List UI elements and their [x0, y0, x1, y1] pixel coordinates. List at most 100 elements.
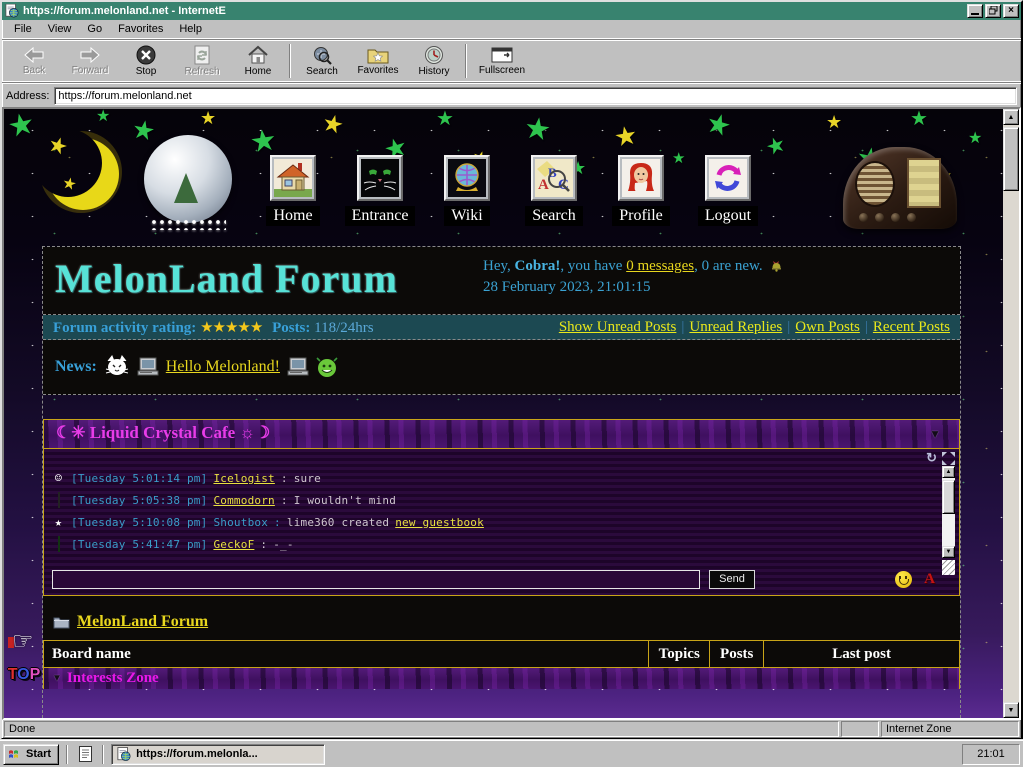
ie-page-icon — [117, 747, 131, 762]
unread-replies-link[interactable]: Unread Replies — [689, 319, 782, 335]
menu-view[interactable]: View — [40, 21, 80, 37]
forward-arrow-icon — [78, 46, 102, 64]
nav-item-logout[interactable]: Logout — [691, 155, 765, 226]
star-icon: ★ — [910, 109, 928, 129]
menu-favorites[interactable]: Favorites — [110, 21, 171, 37]
page-scrollbar[interactable]: ▲ ▼ — [1003, 109, 1019, 718]
taskbar-task-button[interactable]: https://forum.melonla... — [111, 744, 325, 765]
smiley-picker-icon[interactable] — [895, 571, 912, 588]
font-color-icon[interactable]: A — [924, 571, 935, 588]
home-button[interactable]: Home — [230, 41, 286, 81]
collapse-icon[interactable]: ▼ — [929, 427, 941, 441]
shout-user-link[interactable]: Commodorn — [213, 494, 274, 507]
refresh-button[interactable]: Refresh — [174, 41, 230, 81]
star-icon: ★ — [5, 109, 38, 143]
star-icon: ★ — [826, 113, 842, 131]
forward-button[interactable]: Forward — [62, 41, 118, 81]
col-last-post: Last post — [764, 641, 960, 668]
shout-message: ☺ [Tuesday 5:01:14 pm] Icelogist: sure — [52, 467, 931, 489]
menu-go[interactable]: Go — [79, 21, 110, 37]
top-label: TOP — [7, 666, 41, 684]
stop-icon — [136, 45, 156, 65]
browser-window: https://forum.melonland.net - InternetE … — [0, 0, 1023, 740]
nav-label: Profile — [612, 206, 670, 226]
nav-item-wiki[interactable]: Wiki — [430, 155, 504, 226]
history-clock-icon — [424, 45, 444, 65]
star-icon: ★ — [200, 109, 216, 127]
titlebar[interactable]: https://forum.melonland.net - InternetE … — [2, 2, 1021, 20]
snowglobe-image — [144, 135, 232, 223]
shout-message: ★ [Tuesday 5:10:08 pm] Shoutbox: lime360… — [52, 511, 931, 533]
guestbook-link[interactable]: new guestbook — [395, 516, 484, 529]
nav-label: Home — [266, 206, 319, 226]
toolbar: Back Forward Stop Refresh Home Search Fa… — [2, 39, 1021, 83]
section-collapse-icon[interactable]: ▼ — [52, 673, 62, 684]
main-nav: Home Entrance — [256, 155, 765, 226]
news-link[interactable]: Hello Melonland! — [166, 358, 280, 376]
taskbar-clock: 21:01 — [962, 744, 1020, 765]
history-button[interactable]: History — [406, 41, 462, 81]
start-button[interactable]: Start — [3, 744, 59, 765]
status-bar: Done Internet Zone — [2, 720, 1021, 738]
star-icon: ★ — [319, 111, 346, 139]
stop-button[interactable]: Stop — [118, 41, 174, 81]
refresh-icon — [193, 45, 211, 65]
address-input[interactable] — [54, 87, 1017, 105]
shout-user-link[interactable]: GeckoF — [213, 538, 254, 551]
scrollbar-thumb — [942, 480, 955, 514]
username: Cobra! — [515, 258, 561, 274]
back-arrow-icon — [22, 46, 46, 64]
shout-input[interactable] — [52, 570, 700, 589]
shoutbox-title: ☾✳ Liquid Crystal Cafe ☼☽ — [56, 423, 270, 443]
news-row: News: Hello Melonland! — [43, 340, 960, 395]
shoutbox-expand-icon[interactable] — [942, 452, 955, 465]
shoutbox-input-row: Send A — [52, 568, 953, 590]
smiley-emote-icon: ☺ — [52, 471, 65, 485]
shoutbox-refresh-icon[interactable]: ↻ — [926, 450, 937, 466]
scroll-up-icon: ▲ — [942, 466, 955, 478]
fullscreen-button[interactable]: Fullscreen — [470, 41, 534, 81]
shoutbox-panel: ☾✳ Liquid Crystal Cafe ☼☽ ▼ ↻ ☺ [Tuesday… — [43, 419, 960, 596]
star-icon: ★ — [522, 113, 553, 146]
notepad-quicklaunch-icon[interactable] — [75, 744, 95, 764]
col-posts: Posts — [710, 641, 764, 668]
nav-item-home[interactable]: Home — [256, 155, 330, 226]
shout-user-link[interactable]: Icelogist — [213, 472, 274, 485]
own-posts-link[interactable]: Own Posts — [795, 319, 860, 335]
section-interests-zone[interactable]: ▼ Interests Zone — [43, 668, 960, 689]
nav-item-profile[interactable]: Profile — [604, 155, 678, 226]
send-button[interactable]: Send — [709, 570, 755, 589]
logout-arrows-icon — [709, 159, 747, 197]
star-icon: ★ — [130, 115, 157, 145]
menu-help[interactable]: Help — [171, 21, 210, 37]
restore-button[interactable] — [985, 4, 1001, 18]
shoutbox-messages: ☺ [Tuesday 5:01:14 pm] Icelogist: sure [… — [52, 467, 931, 555]
minimize-button[interactable] — [967, 4, 983, 18]
forum-page: ★ ★ ★ ★ ★ ★ ★ ★ ★ ★ ★ ★ ★ ★ ★ ★ ★ ★ ★ ★ — [4, 109, 1003, 718]
activity-stats: Forum activity rating: ★★★★★ Posts: 118/… — [53, 318, 374, 337]
avatar — [58, 492, 60, 508]
computer-icon — [137, 357, 159, 377]
favorites-button[interactable]: Favorites — [350, 41, 406, 81]
alien-emote-icon — [316, 356, 338, 378]
back-to-top-widget[interactable]: ☞ TOP — [7, 627, 41, 684]
search-icon — [312, 45, 332, 65]
ie-page-icon — [5, 4, 19, 18]
shoutbox-scrollbar[interactable]: ▲ ▼ — [942, 466, 955, 558]
back-button[interactable]: Back — [6, 41, 62, 81]
category-link[interactable]: MelonLand Forum — [77, 613, 208, 631]
nav-item-entrance[interactable]: Entrance — [343, 155, 417, 226]
menu-file[interactable]: File — [6, 21, 40, 37]
windows-flag-icon — [8, 748, 22, 760]
taskbar-separator — [102, 745, 104, 764]
messages-link[interactable]: 0 messages — [626, 258, 694, 274]
star-icon: ★ — [96, 109, 110, 125]
recent-posts-link[interactable]: Recent Posts — [873, 319, 950, 335]
star-icon: ★ — [436, 109, 454, 129]
folder-icon — [53, 615, 70, 629]
close-button[interactable]: × — [1003, 4, 1019, 18]
show-unread-posts-link[interactable]: Show Unread Posts — [559, 319, 677, 335]
page-header: ★ ★ ★ ★ ★ ★ ★ ★ ★ ★ ★ ★ ★ ★ ★ ★ ★ ★ ★ ★ — [4, 109, 1003, 239]
search-button[interactable]: Search — [294, 41, 350, 81]
nav-item-search[interactable]: A B C Search — [517, 155, 591, 226]
